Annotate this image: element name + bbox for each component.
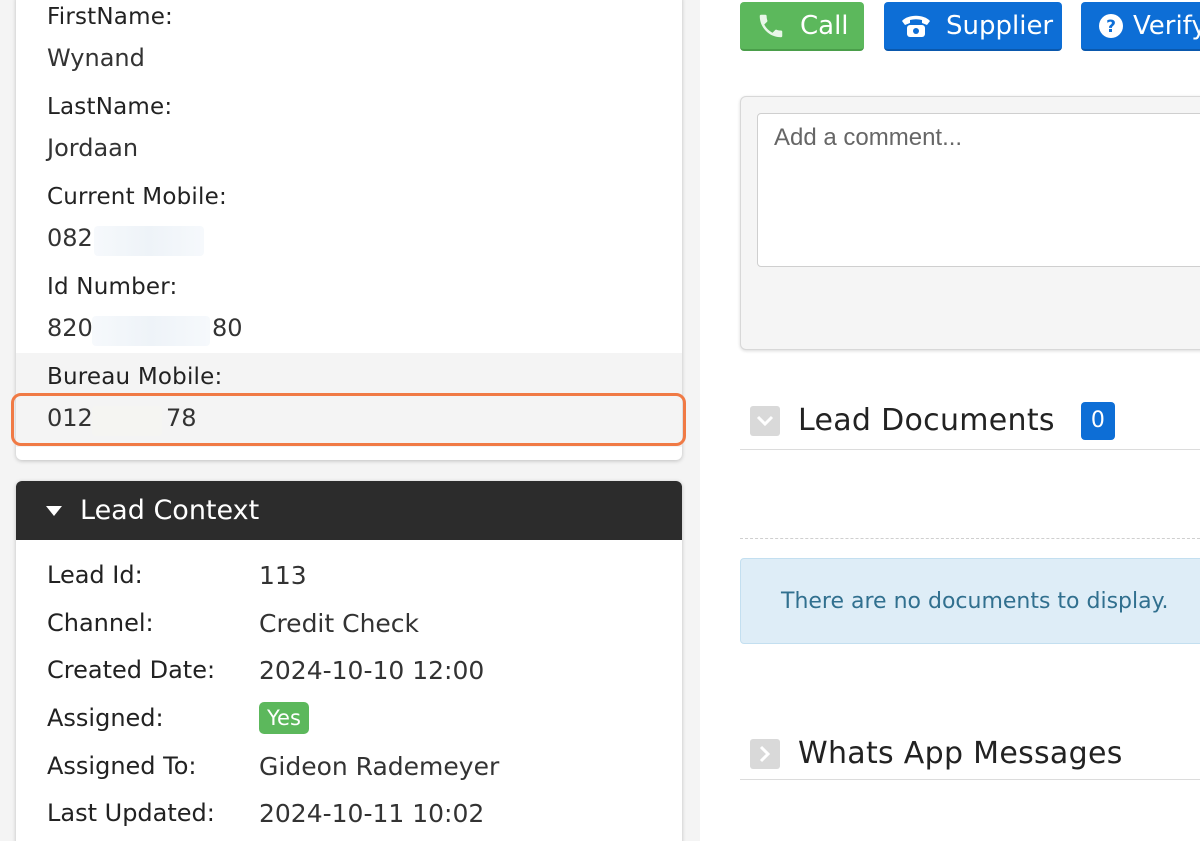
svg-text:?: ?	[1106, 17, 1116, 37]
last-updated-label: Last Updated:	[47, 799, 215, 827]
lead-context-card: Lead Context Lead Id: 113 Channel: Credi…	[16, 481, 682, 841]
whatsapp-messages-title: Whats App Messages	[798, 736, 1123, 771]
lead-detail-page: FirstName: Wynand LastName: Jordaan Curr…	[0, 0, 1200, 841]
context-row-created-date: Created Date: 2024-10-10 12:00	[47, 650, 667, 690]
id-number-end: 80	[212, 314, 243, 342]
channel-label: Channel:	[47, 609, 154, 637]
assigned-status-badge: Yes	[259, 702, 309, 734]
call-button-label: Call	[800, 10, 849, 41]
current-mobile-value: 082	[47, 224, 93, 252]
lead-documents-title: Lead Documents	[798, 403, 1055, 438]
id-number-label: Id Number:	[47, 274, 178, 300]
created-date-label: Created Date:	[47, 656, 216, 684]
last-name-value: Jordaan	[47, 134, 139, 162]
id-number-start: 820	[47, 314, 93, 342]
left-column: FirstName: Wynand LastName: Jordaan Curr…	[0, 0, 700, 841]
no-documents-message: There are no documents to display.	[781, 588, 1169, 614]
assigned-label: Assigned:	[47, 704, 164, 732]
created-date-value: 2024-10-10 12:00	[259, 655, 485, 685]
comment-input[interactable]	[757, 113, 1200, 267]
telephone-icon	[900, 11, 932, 41]
phone-icon	[756, 11, 786, 41]
redacted-mask	[92, 316, 210, 346]
last-name-label: LastName:	[47, 94, 173, 120]
first-name-label: FirstName:	[47, 4, 174, 30]
supplier-button[interactable]: Supplier	[884, 2, 1062, 51]
context-row-lead-id: Lead Id: 113	[47, 555, 667, 595]
context-row-assigned: Assigned: Yes	[47, 698, 667, 738]
contact-details-card: FirstName: Wynand LastName: Jordaan Curr…	[16, 0, 682, 460]
channel-value: Credit Check	[259, 608, 420, 638]
call-button[interactable]: Call	[740, 2, 864, 51]
current-mobile-label: Current Mobile:	[47, 184, 227, 210]
supplier-button-label: Supplier	[946, 10, 1054, 41]
comment-panel	[740, 96, 1200, 350]
bureau-mobile-label: Bureau Mobile:	[47, 364, 223, 390]
lead-id-label: Lead Id:	[47, 561, 143, 589]
last-updated-value: 2024-10-11 10:02	[259, 798, 485, 828]
divider	[740, 538, 1200, 539]
redacted-mask	[94, 226, 204, 256]
no-documents-alert: There are no documents to display.	[740, 558, 1200, 644]
chevron-down-icon[interactable]	[750, 405, 780, 436]
verify-button-label: Verify	[1133, 10, 1200, 41]
first-name-value: Wynand	[47, 44, 145, 72]
lead-documents-header[interactable]: Lead Documents 0	[740, 392, 1200, 450]
chevron-right-icon[interactable]	[750, 738, 780, 769]
context-row-last-updated: Last Updated: 2024-10-11 10:02	[47, 793, 667, 833]
context-row-channel: Channel: Credit Check	[47, 603, 667, 643]
assigned-to-label: Assigned To:	[47, 752, 197, 780]
question-circle-icon: ?	[1097, 12, 1125, 40]
verify-button[interactable]: ? Verify	[1081, 2, 1200, 51]
lead-id-value: 113	[259, 560, 307, 590]
documents-count-badge: 0	[1080, 401, 1115, 440]
lead-context-title: Lead Context	[80, 495, 260, 526]
lead-context-header[interactable]: Lead Context	[16, 481, 682, 540]
caret-down-icon	[46, 505, 62, 516]
assigned-to-value: Gideon Rademeyer	[259, 751, 500, 781]
whatsapp-messages-header[interactable]: Whats App Messages	[740, 728, 1200, 780]
bureau-mobile-highlight	[11, 393, 686, 446]
context-row-assigned-to: Assigned To: Gideon Rademeyer	[47, 746, 667, 786]
